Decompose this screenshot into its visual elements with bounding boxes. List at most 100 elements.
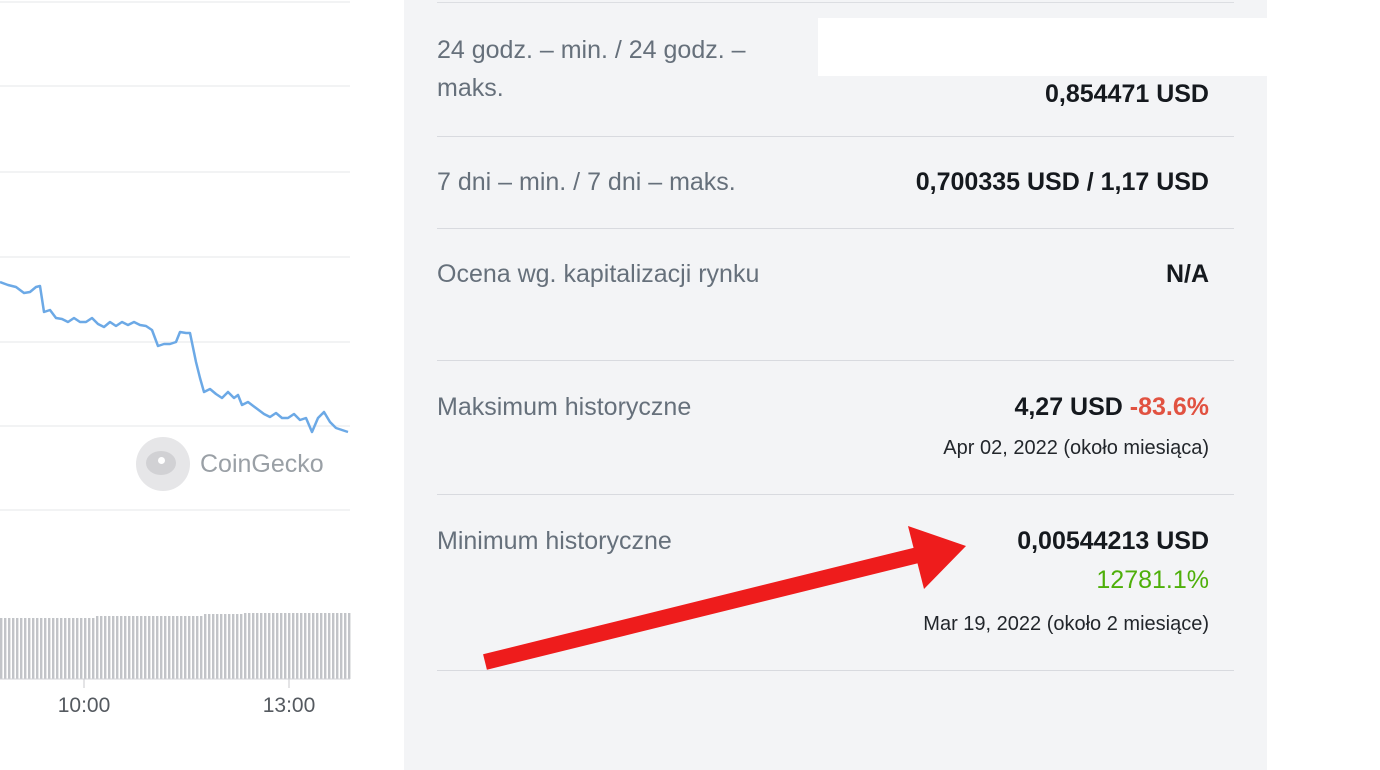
volume-bar	[8, 618, 11, 679]
volume-bar	[108, 616, 111, 679]
volume-bar	[148, 616, 151, 679]
price-statistics-panel: 24 godz. – min. / 24 godz. – maks. 0,854…	[404, 0, 1267, 770]
ath-date: Apr 02, 2022 (około miesiąca)	[943, 437, 1209, 459]
volume-bar	[260, 613, 263, 679]
volume-bar	[348, 613, 351, 679]
volume-bar	[92, 618, 95, 679]
volume-bar	[64, 618, 67, 679]
volume-bar	[300, 613, 303, 679]
stat-row-market-cap-rank: Ocena wg. kapitalizacji rynku N/A	[437, 229, 1234, 361]
volume-bar	[112, 616, 115, 679]
stat-value-line: 4,27 USD -83.6%	[1014, 388, 1209, 426]
volume-bar	[336, 613, 339, 679]
volume-bar	[248, 613, 251, 679]
redaction-box	[818, 18, 1267, 76]
divider	[437, 2, 1234, 3]
stat-label: 7 dni – min. / 7 dni – maks.	[437, 168, 736, 196]
x-tick-label: 10:00	[57, 694, 111, 717]
x-tick-label: 13:00	[262, 694, 316, 717]
volume-bar	[252, 613, 255, 679]
volume-bar	[188, 616, 191, 679]
coingecko-watermark: CoinGecko	[136, 436, 324, 492]
volume-bar	[56, 618, 59, 679]
volume-bar	[128, 616, 131, 679]
volume-bar	[312, 613, 315, 679]
volume-bar	[192, 616, 195, 679]
volume-bar	[240, 614, 243, 679]
volume-bar	[308, 613, 311, 679]
volume-bar	[304, 613, 307, 679]
volume-bar	[196, 616, 199, 679]
atl-date: Mar 19, 2022 (około 2 miesiące)	[923, 613, 1209, 635]
stat-row-all-time-high: Maksimum historyczne 4,27 USD -83.6% Apr…	[437, 361, 1234, 495]
volume-bar	[72, 618, 75, 679]
volume-bar	[60, 618, 63, 679]
volume-bar	[204, 614, 207, 679]
volume-bar	[160, 616, 163, 679]
ath-price: 4,27 USD	[1014, 393, 1123, 421]
volume-bar	[340, 613, 343, 679]
volume-bar	[80, 618, 83, 679]
volume-bar	[328, 613, 331, 679]
volume-bar	[68, 618, 71, 679]
volume-bar	[152, 616, 155, 679]
volume-bar	[36, 618, 39, 679]
volume-bar	[0, 618, 3, 679]
volume-bar	[284, 613, 287, 679]
atl-price: 0,00544213 USD	[1017, 527, 1209, 555]
stat-label: Ocena wg. kapitalizacji rynku	[437, 260, 760, 288]
volume-bar	[140, 616, 143, 679]
stat-value: N/A	[1165, 260, 1209, 288]
volume-bar	[124, 616, 127, 679]
volume-bar	[332, 613, 335, 679]
volume-bar	[316, 613, 319, 679]
volume-bar	[24, 618, 27, 679]
stat-row-7d-range: 7 dni – min. / 7 dni – maks. 0,700335 US…	[437, 137, 1234, 229]
volume-bar	[184, 616, 187, 679]
volume-bar	[264, 613, 267, 679]
volume-bar	[244, 613, 247, 679]
volume-bar	[272, 613, 275, 679]
volume-bar	[120, 616, 123, 679]
volume-bar	[212, 614, 215, 679]
volume-bar	[88, 618, 91, 679]
volume-bar	[48, 618, 51, 679]
volume-bar	[12, 618, 15, 679]
volume-bar	[280, 613, 283, 679]
stat-label: 24 godz. – min. / 24 godz. – maks.	[437, 36, 746, 102]
volume-bar	[96, 616, 99, 679]
volume-bar	[16, 618, 19, 679]
gecko-logo-icon	[136, 437, 190, 491]
volume-bar	[172, 616, 175, 679]
volume-bar	[164, 616, 167, 679]
volume-bars	[0, 613, 351, 679]
volume-bar	[52, 618, 55, 679]
volume-bar	[176, 616, 179, 679]
volume-bar	[344, 613, 347, 679]
volume-bar	[44, 618, 47, 679]
volume-bar	[320, 613, 323, 679]
volume-bar	[76, 618, 79, 679]
volume-bar	[168, 616, 171, 679]
stat-label: Minimum historyczne	[437, 527, 672, 555]
volume-bar	[268, 613, 271, 679]
volume-bar	[292, 613, 295, 679]
volume-bar	[156, 616, 159, 679]
volume-bar	[224, 614, 227, 679]
volume-bar	[104, 616, 107, 679]
volume-bar	[208, 614, 211, 679]
volume-bar	[236, 614, 239, 679]
ath-change-percent: -83.6%	[1129, 393, 1209, 421]
volume-bar	[144, 616, 147, 679]
volume-bar	[288, 613, 291, 679]
volume-bar	[28, 618, 31, 679]
volume-bar	[276, 613, 279, 679]
volume-bar	[4, 618, 7, 679]
price-chart-canvas	[0, 1, 351, 688]
volume-bar	[296, 613, 299, 679]
volume-bar	[84, 618, 87, 679]
volume-bar	[256, 613, 259, 679]
volume-bar	[20, 618, 23, 679]
volume-bar	[132, 616, 135, 679]
volume-bar	[136, 616, 139, 679]
